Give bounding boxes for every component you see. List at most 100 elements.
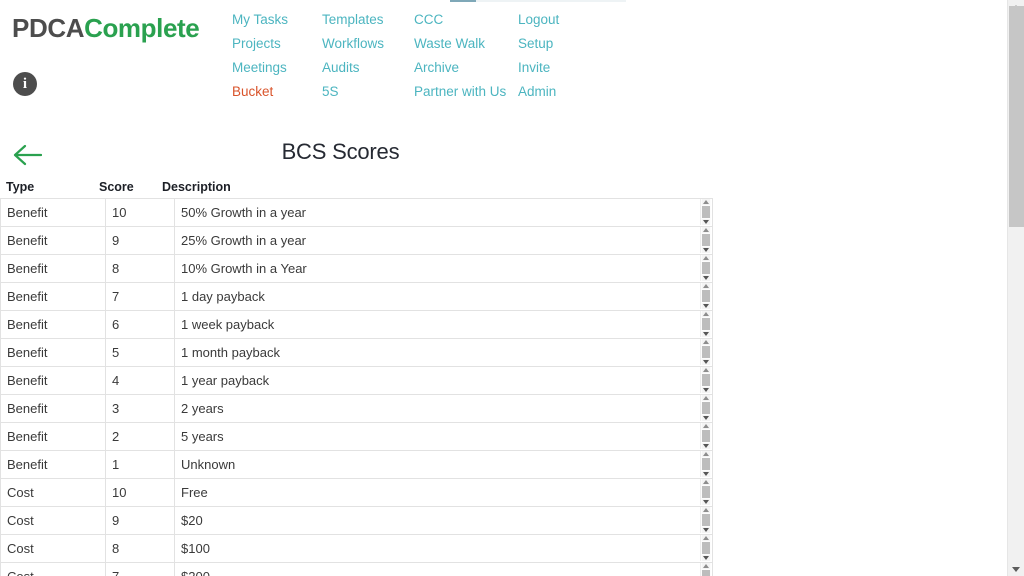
scroll-thumb[interactable] xyxy=(702,262,710,274)
scroll-thumb[interactable] xyxy=(702,514,710,526)
scroll-down-arrow-icon[interactable] xyxy=(702,359,710,365)
table-row[interactable]: Benefit 10 50% Growth in a year xyxy=(0,198,713,227)
nav-link-ccc[interactable]: CCC xyxy=(414,8,506,32)
scroll-down-arrow-icon[interactable] xyxy=(702,275,710,281)
cell-description-text: 10% Growth in a Year xyxy=(181,261,307,276)
scroll-down-arrow-icon[interactable] xyxy=(702,443,710,449)
scroll-thumb[interactable] xyxy=(702,318,710,330)
scroll-down-arrow-icon[interactable] xyxy=(702,247,710,253)
nav-link-templates[interactable]: Templates xyxy=(322,8,384,32)
cell-description: Unknown xyxy=(174,450,713,479)
cell-scrollbar[interactable] xyxy=(700,255,711,281)
scroll-thumb[interactable] xyxy=(702,430,710,442)
cell-scrollbar[interactable] xyxy=(700,563,711,576)
scroll-down-arrow-icon[interactable] xyxy=(702,555,710,561)
table-row[interactable]: Benefit 5 1 month payback xyxy=(0,338,713,367)
cell-scrollbar[interactable] xyxy=(700,507,711,533)
scroll-thumb[interactable] xyxy=(702,570,710,576)
page-scrollbar[interactable] xyxy=(1007,0,1024,576)
scroll-thumb[interactable] xyxy=(702,374,710,386)
nav-link-setup[interactable]: Setup xyxy=(518,32,559,56)
table-row[interactable]: Benefit 1 Unknown xyxy=(0,450,713,479)
nav-column-3: CCC Waste Walk Archive Partner with Us xyxy=(414,8,506,104)
info-icon[interactable]: i xyxy=(13,72,37,96)
cell-scrollbar[interactable] xyxy=(700,367,711,393)
scroll-thumb[interactable] xyxy=(702,206,710,218)
table-row[interactable]: Benefit 8 10% Growth in a Year xyxy=(0,254,713,283)
nav-link-5s[interactable]: 5S xyxy=(322,80,384,104)
cell-score: 8 xyxy=(105,534,175,563)
page-scroll-down-arrow-icon[interactable] xyxy=(1008,561,1024,576)
table-row[interactable]: Benefit 6 1 week payback xyxy=(0,310,713,339)
scroll-down-arrow-icon[interactable] xyxy=(702,303,710,309)
scroll-down-arrow-icon[interactable] xyxy=(702,471,710,477)
scroll-up-arrow-icon[interactable] xyxy=(702,311,710,317)
cell-scrollbar[interactable] xyxy=(700,283,711,309)
cell-scrollbar[interactable] xyxy=(700,479,711,505)
scroll-up-arrow-icon[interactable] xyxy=(702,395,710,401)
scroll-up-arrow-icon[interactable] xyxy=(702,479,710,485)
nav-link-workflows[interactable]: Workflows xyxy=(322,32,384,56)
scroll-down-arrow-icon[interactable] xyxy=(702,331,710,337)
scroll-up-arrow-icon[interactable] xyxy=(702,451,710,457)
scroll-up-arrow-icon[interactable] xyxy=(702,199,710,205)
nav-link-meetings[interactable]: Meetings xyxy=(232,56,288,80)
nav-link-archive[interactable]: Archive xyxy=(414,56,506,80)
table-row[interactable]: Cost 7 $200 xyxy=(0,562,713,576)
scroll-down-arrow-icon[interactable] xyxy=(702,415,710,421)
table-row[interactable]: Cost 8 $100 xyxy=(0,534,713,563)
cell-scrollbar[interactable] xyxy=(700,535,711,561)
cell-description-text: 5 years xyxy=(181,429,224,444)
scroll-thumb[interactable] xyxy=(702,290,710,302)
scroll-up-arrow-icon[interactable] xyxy=(702,255,710,261)
cell-scrollbar[interactable] xyxy=(700,423,711,449)
scroll-down-arrow-icon[interactable] xyxy=(702,387,710,393)
cell-scrollbar[interactable] xyxy=(700,451,711,477)
scroll-thumb[interactable] xyxy=(702,402,710,414)
page-scroll-thumb[interactable] xyxy=(1009,6,1024,227)
table-row[interactable]: Cost 10 Free xyxy=(0,478,713,507)
table-row[interactable]: Benefit 2 5 years xyxy=(0,422,713,451)
cell-scrollbar[interactable] xyxy=(700,199,711,225)
table-row[interactable]: Cost 9 $20 xyxy=(0,506,713,535)
cell-description: 1 day payback xyxy=(174,282,713,311)
scroll-up-arrow-icon[interactable] xyxy=(702,563,710,569)
scroll-up-arrow-icon[interactable] xyxy=(702,283,710,289)
table-row[interactable]: Benefit 7 1 day payback xyxy=(0,282,713,311)
table-row[interactable]: Benefit 9 25% Growth in a year xyxy=(0,226,713,255)
scroll-thumb[interactable] xyxy=(702,486,710,498)
nav-link-admin[interactable]: Admin xyxy=(518,80,559,104)
scroll-up-arrow-icon[interactable] xyxy=(702,367,710,373)
cell-description-text: 50% Growth in a year xyxy=(181,205,307,220)
cell-score: 9 xyxy=(105,506,175,535)
nav-link-logout[interactable]: Logout xyxy=(518,8,559,32)
cell-description-text: 1 year payback xyxy=(181,373,270,388)
cell-score: 4 xyxy=(105,366,175,395)
cell-scrollbar[interactable] xyxy=(700,339,711,365)
site-logo[interactable]: PDCAComplete xyxy=(12,13,200,43)
nav-link-waste-walk[interactable]: Waste Walk xyxy=(414,32,506,56)
scroll-down-arrow-icon[interactable] xyxy=(702,499,710,505)
scroll-up-arrow-icon[interactable] xyxy=(702,423,710,429)
nav-link-partner-with-us[interactable]: Partner with Us xyxy=(414,80,506,104)
cell-scrollbar[interactable] xyxy=(700,227,711,253)
nav-link-bucket[interactable]: Bucket xyxy=(232,80,288,104)
scroll-down-arrow-icon[interactable] xyxy=(702,219,710,225)
scroll-up-arrow-icon[interactable] xyxy=(702,507,710,513)
cell-scrollbar[interactable] xyxy=(700,311,711,337)
table-row[interactable]: Benefit 4 1 year payback xyxy=(0,366,713,395)
scroll-thumb[interactable] xyxy=(702,458,710,470)
scroll-down-arrow-icon[interactable] xyxy=(702,527,710,533)
scroll-up-arrow-icon[interactable] xyxy=(702,535,710,541)
scroll-up-arrow-icon[interactable] xyxy=(702,339,710,345)
nav-link-my-tasks[interactable]: My Tasks xyxy=(232,8,288,32)
table-row[interactable]: Benefit 3 2 years xyxy=(0,394,713,423)
nav-link-projects[interactable]: Projects xyxy=(232,32,288,56)
nav-link-audits[interactable]: Audits xyxy=(322,56,384,80)
scroll-up-arrow-icon[interactable] xyxy=(702,227,710,233)
scroll-thumb[interactable] xyxy=(702,542,710,554)
scroll-thumb[interactable] xyxy=(702,346,710,358)
nav-link-invite[interactable]: Invite xyxy=(518,56,559,80)
cell-scrollbar[interactable] xyxy=(700,395,711,421)
scroll-thumb[interactable] xyxy=(702,234,710,246)
